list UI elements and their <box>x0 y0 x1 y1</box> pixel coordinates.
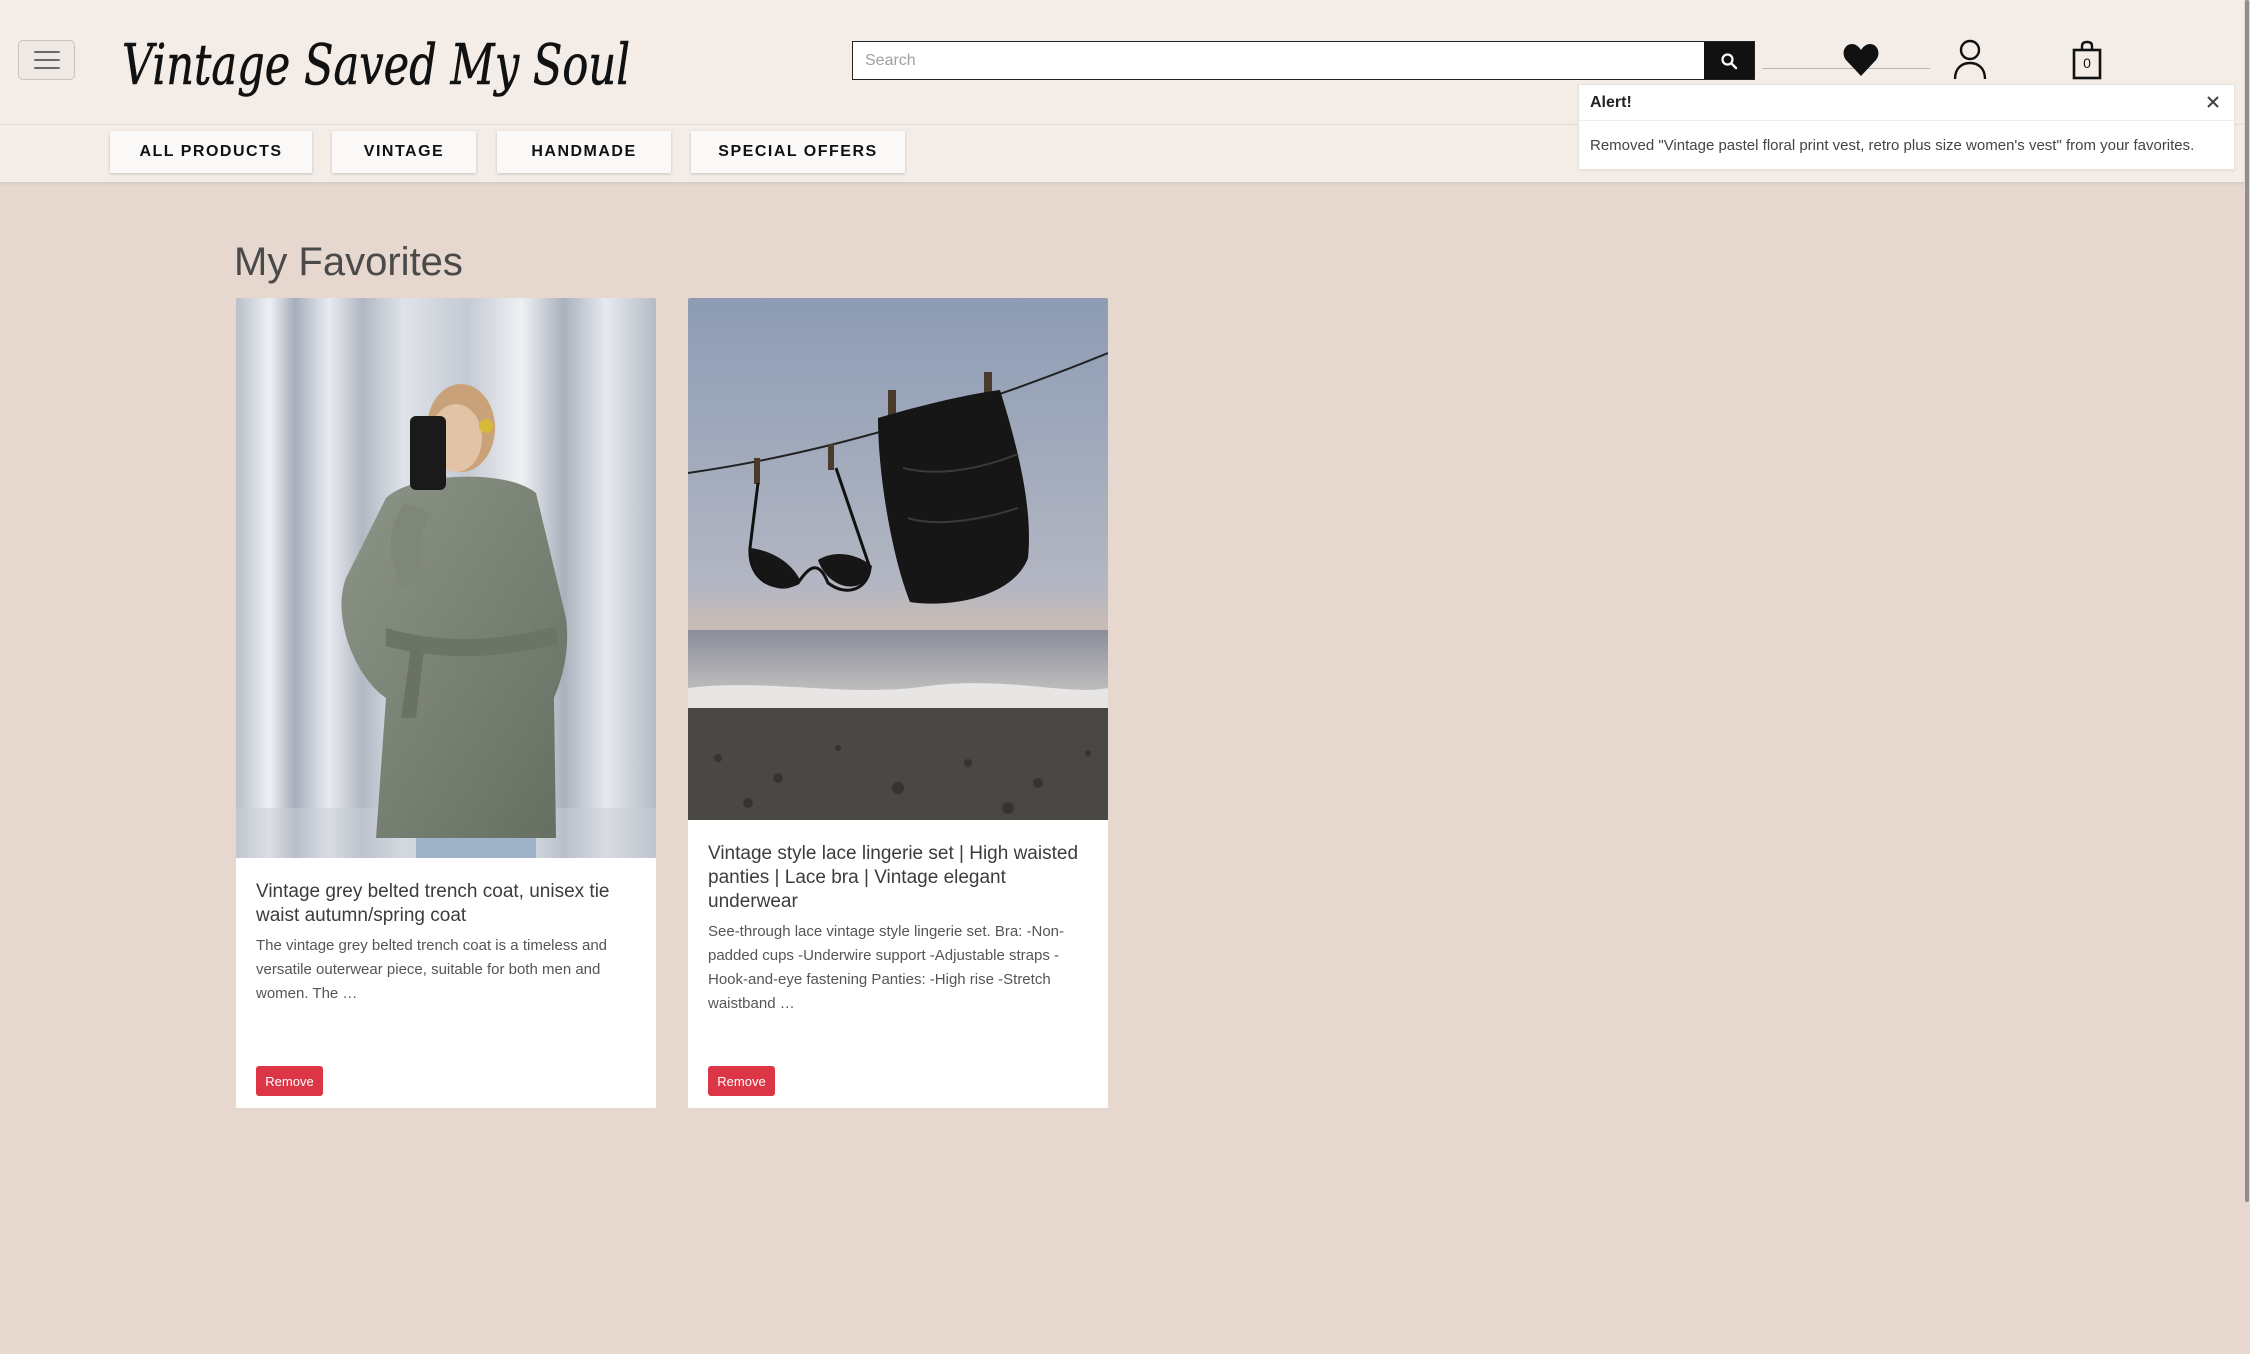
remove-button[interactable]: Remove <box>256 1066 323 1096</box>
favorites-link[interactable] <box>1842 40 1880 80</box>
alert-toast: Alert! Removed "Vintage pastel floral pr… <box>1578 84 2235 170</box>
alert-message: Removed "Vintage pastel floral print ves… <box>1590 136 2195 154</box>
search-button[interactable] <box>1704 42 1754 79</box>
page-title: My Favorites <box>234 240 463 284</box>
cart-count: 0 <box>2083 55 2091 71</box>
heart-icon <box>1843 44 1879 76</box>
search-input[interactable] <box>853 42 1704 79</box>
alert-title: Alert! <box>1590 93 1632 111</box>
site-logo[interactable]: Vintage Saved My Soul <box>118 14 638 114</box>
product-image[interactable] <box>236 298 656 858</box>
product-image[interactable] <box>688 298 1108 820</box>
logo-script: Vintage Saved My Soul <box>122 33 631 99</box>
menu-toggle-button[interactable] <box>18 40 75 80</box>
close-icon[interactable] <box>2202 91 2224 113</box>
alert-header: Alert! <box>1579 85 2234 121</box>
scrollbar-thumb[interactable] <box>2245 0 2249 1202</box>
nav-handmade[interactable]: HANDMADE <box>497 131 671 173</box>
cart-link[interactable]: 0 <box>2071 40 2103 80</box>
product-card: Vintage grey belted trench coat, unisex … <box>236 298 656 1108</box>
search-icon <box>1721 52 1738 69</box>
svg-text:Vintage Saved My Soul: Vintage Saved My Soul <box>122 33 630 98</box>
product-description: The vintage grey belted trench coat is a… <box>256 937 608 1002</box>
nav-special-offers[interactable]: SPECIAL OFFERS <box>691 131 905 173</box>
product-title[interactable]: Vintage style lace lingerie set | High w… <box>708 842 1090 914</box>
product-description: See-through lace vintage style lingerie … <box>708 923 1065 1012</box>
product-title[interactable]: Vintage grey belted trench coat, unisex … <box>256 880 638 928</box>
account-link[interactable] <box>1952 38 1988 80</box>
search-bar <box>852 41 1755 80</box>
hamburger-icon <box>33 51 60 53</box>
nav-all-products[interactable]: ALL PRODUCTS <box>110 131 312 173</box>
nav-vintage[interactable]: VINTAGE <box>332 131 476 173</box>
remove-button[interactable]: Remove <box>708 1066 775 1096</box>
user-icon <box>1953 39 1987 80</box>
product-card: Vintage style lace lingerie set | High w… <box>688 298 1108 1108</box>
